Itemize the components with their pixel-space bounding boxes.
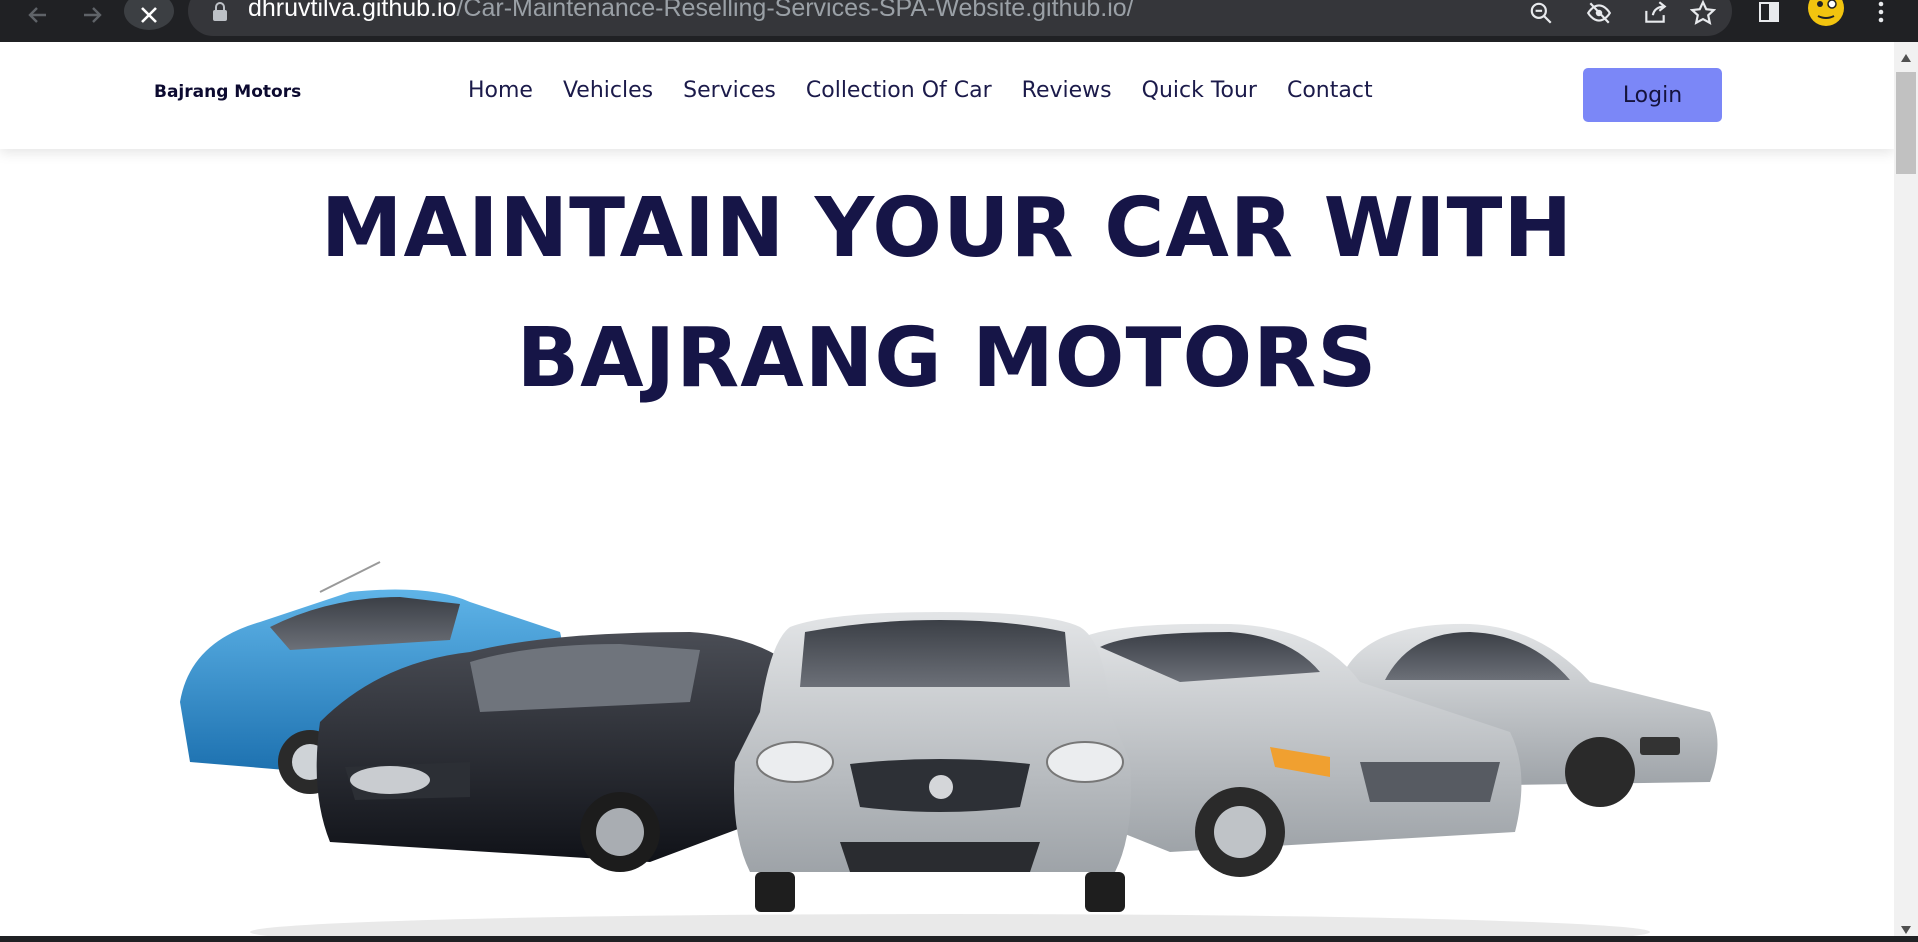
car-silver-sedan-center	[734, 612, 1131, 912]
back-arrow-icon[interactable]	[16, 0, 60, 30]
page-scrollbar[interactable]	[1894, 42, 1918, 936]
nav-services[interactable]: Services	[683, 78, 776, 103]
menu-kebab-icon[interactable]	[1874, 0, 1888, 28]
main-nav: Home Vehicles Services Collection Of Car…	[468, 78, 1373, 103]
hero-cars-image	[180, 561, 1718, 936]
hero-title: MAINTAIN YOUR CAR WITH BAJRANG MOTORS	[0, 164, 1894, 424]
hero-title-line-1: MAINTAIN YOUR CAR WITH	[320, 181, 1574, 276]
profile-avatar-icon[interactable]	[1806, 0, 1846, 32]
side-panel-icon[interactable]	[1755, 0, 1783, 28]
share-icon[interactable]	[1642, 0, 1668, 26]
nav-reviews[interactable]: Reviews	[1022, 78, 1112, 103]
brand-logo[interactable]: Bajrang Motors	[154, 82, 301, 102]
lock-icon[interactable]	[212, 2, 230, 21]
page-viewport: Bajrang Motors Home Vehicles Services Co…	[0, 42, 1894, 936]
window-bottom-edge	[0, 936, 1918, 942]
bookmark-star-icon[interactable]	[1689, 0, 1717, 26]
address-bar[interactable]: dhruvtilva.github.io/Car-Maintenance-Res…	[188, 0, 1732, 36]
url-text[interactable]: dhruvtilva.github.io/Car-Maintenance-Res…	[248, 0, 1134, 23]
nav-collection-of-car[interactable]: Collection Of Car	[806, 78, 992, 103]
scroll-down-arrow-icon[interactable]	[1900, 920, 1912, 934]
hero-title-line-2: BAJRANG MOTORS	[516, 311, 1378, 406]
scroll-up-arrow-icon[interactable]	[1900, 48, 1912, 62]
nav-home[interactable]: Home	[468, 78, 533, 103]
nav-quick-tour[interactable]: Quick Tour	[1142, 78, 1257, 103]
site-header: Bajrang Motors Home Vehicles Services Co…	[0, 42, 1894, 149]
browser-toolbar: dhruvtilva.github.io/Car-Maintenance-Res…	[0, 0, 1918, 42]
tracking-protection-icon[interactable]	[1586, 0, 1612, 26]
nav-contact[interactable]: Contact	[1287, 78, 1373, 103]
url-host: dhruvtilva.github.io	[248, 0, 457, 22]
forward-arrow-icon[interactable]	[70, 0, 114, 30]
login-button[interactable]: Login	[1583, 68, 1722, 122]
url-path: /Car-Maintenance-Reselling-Services-SPA-…	[456, 0, 1134, 22]
nav-vehicles[interactable]: Vehicles	[563, 78, 653, 103]
stop-loading-icon[interactable]	[124, 0, 174, 30]
scroll-thumb[interactable]	[1896, 72, 1916, 174]
zoom-icon[interactable]	[1528, 0, 1554, 26]
